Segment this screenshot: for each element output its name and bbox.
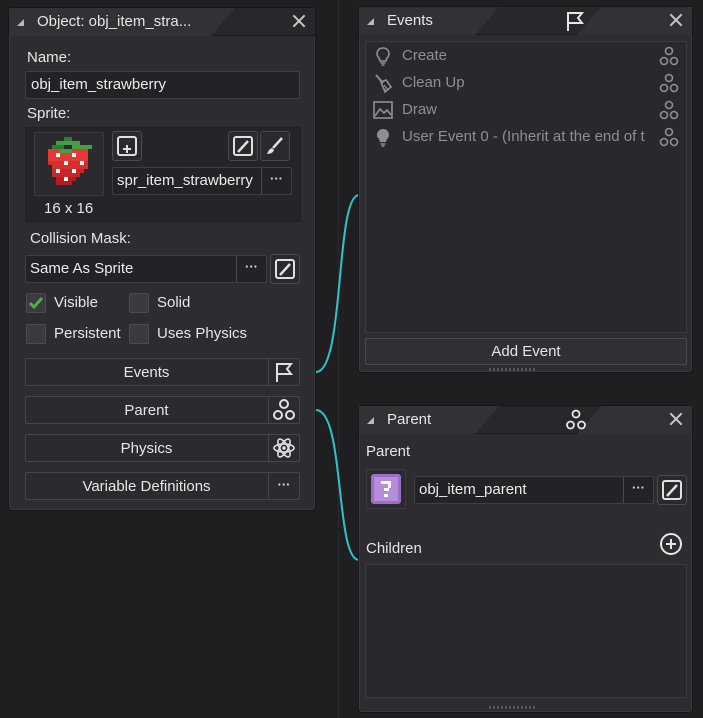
variable-definitions-label: Variable Definitions [82, 478, 211, 495]
events-button[interactable]: Events [25, 358, 300, 386]
flag-icon [276, 363, 294, 382]
close-icon[interactable] [668, 411, 684, 427]
close-icon[interactable] [668, 12, 684, 28]
parent-browse-button[interactable]: ··· [623, 477, 653, 503]
edit-image-icon [662, 480, 682, 500]
variable-definitions-dots[interactable]: ··· [268, 473, 299, 499]
collision-mask-field[interactable]: Same As Sprite ··· [25, 255, 267, 283]
event-row-user-event-0[interactable]: User Event 0 - (Inherit at the end of t [368, 124, 684, 151]
sprite-section: 16 x 16 spr_item_strawberry ··· [25, 127, 301, 222]
events-panel: Events Create Clean Up Draw User Event 0… [358, 6, 693, 373]
event-label: Draw [402, 101, 438, 118]
events-list: Create Clean Up Draw User Event 0 - (Inh… [365, 41, 687, 333]
sprite-name: spr_item_strawberry [117, 172, 253, 189]
hierarchy-icon [566, 409, 586, 430]
physics-button-label: Physics [120, 440, 173, 457]
event-label: Create [402, 47, 448, 64]
resize-grip[interactable] [489, 706, 535, 709]
collapse-icon[interactable] [367, 18, 374, 25]
hierarchy-icon [659, 100, 679, 120]
lightbulb-filled-icon [377, 129, 389, 147]
edit-image-icon [233, 136, 253, 156]
hierarchy-icon [659, 46, 679, 66]
lightbulb-outline-icon [376, 47, 390, 66]
edit-mask-button[interactable] [270, 254, 300, 284]
event-row-draw[interactable]: Draw [368, 97, 684, 124]
sprite-name-field[interactable]: spr_item_strawberry ··· [112, 167, 292, 195]
parent-sprite-thumbnail[interactable] [366, 469, 406, 509]
collapse-icon[interactable] [17, 19, 24, 26]
strawberry-sprite-icon [48, 137, 92, 185]
event-label: Clean Up [402, 74, 465, 91]
events-panel-title: Events [387, 12, 433, 29]
new-sprite-button[interactable] [112, 131, 142, 161]
add-child-icon[interactable] [659, 532, 683, 556]
edit-image-icon [275, 259, 295, 279]
brush-icon [267, 137, 283, 154]
sprite-preview[interactable] [34, 132, 104, 196]
children-label: Children [366, 540, 422, 557]
uses-physics-checkbox[interactable] [129, 324, 149, 344]
name-label: Name: [27, 49, 72, 66]
persistent-label: Persistent [54, 325, 121, 342]
object-panel-header[interactable]: Object: obj_item_stra... [9, 8, 315, 36]
solid-checkbox[interactable] [129, 293, 149, 313]
parent-panel: Parent Parent obj_item_parent ··· Childr… [358, 405, 693, 713]
events-panel-header[interactable]: Events [359, 7, 692, 35]
visible-checkbox[interactable] [26, 293, 46, 313]
parent-object-name: obj_item_parent [419, 481, 527, 498]
parent-connector [315, 409, 360, 561]
flag-icon [567, 12, 585, 31]
sprite-browse-button[interactable]: ··· [261, 168, 291, 194]
hierarchy-icon [273, 399, 295, 420]
parent-panel-title: Parent [387, 411, 432, 428]
object-panel: Object: obj_item_stra... Name: obj_item_… [8, 7, 316, 511]
object-panel-title: Object: obj_item_stra... [37, 13, 192, 30]
edit-sprite-button[interactable] [228, 131, 258, 161]
add-event-button[interactable]: Add Event [365, 338, 687, 365]
paint-sprite-button[interactable] [260, 131, 290, 161]
parent-label: Parent [366, 443, 411, 460]
resize-grip[interactable] [489, 368, 535, 371]
parent-button-label: Parent [124, 402, 169, 419]
hierarchy-icon [659, 127, 679, 147]
hierarchy-icon [659, 73, 679, 93]
parent-panel-header[interactable]: Parent [359, 406, 692, 434]
picture-icon [373, 101, 393, 119]
close-icon[interactable] [291, 13, 307, 29]
object-name-field[interactable]: obj_item_strawberry [25, 71, 300, 99]
events-connector [315, 194, 360, 373]
event-row-create[interactable]: Create [368, 43, 684, 70]
children-list[interactable] [365, 564, 687, 698]
sprite-size: 16 x 16 [44, 200, 94, 217]
event-row-clean-up[interactable]: Clean Up [368, 70, 684, 97]
uses-physics-label: Uses Physics [157, 325, 248, 342]
variable-definitions-button[interactable]: Variable Definitions ··· [25, 472, 300, 500]
collision-mask-label: Collision Mask: [30, 230, 131, 247]
events-button-label: Events [123, 364, 170, 381]
edit-parent-button[interactable] [657, 475, 687, 505]
atom-icon [273, 438, 295, 458]
collapse-icon[interactable] [367, 417, 374, 424]
parent-button[interactable]: Parent [25, 396, 300, 424]
collision-browse-button[interactable]: ··· [236, 256, 266, 282]
solid-label: Solid [157, 294, 191, 311]
new-sprite-icon [117, 136, 137, 156]
sprite-label: Sprite: [27, 105, 71, 122]
persistent-checkbox[interactable] [26, 324, 46, 344]
parent-object-field[interactable]: obj_item_parent ··· [414, 476, 654, 504]
question-block-icon [371, 474, 401, 504]
physics-button[interactable]: Physics [25, 434, 300, 462]
event-label: User Event 0 - (Inherit at the end of t [402, 128, 645, 145]
checkmark-icon [28, 297, 44, 310]
collision-mask-value: Same As Sprite [30, 260, 134, 277]
visible-label: Visible [54, 294, 98, 311]
broom-icon [375, 74, 393, 94]
